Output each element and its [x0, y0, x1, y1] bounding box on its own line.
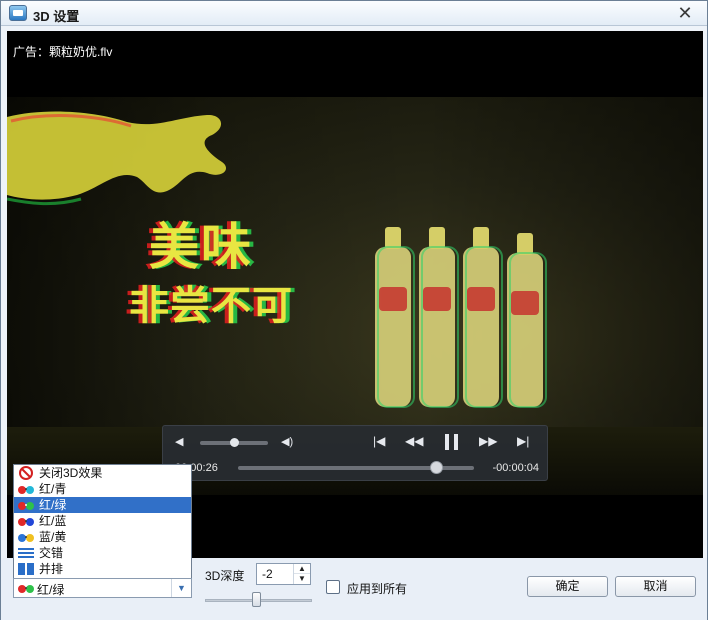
interlaced-icon	[18, 548, 34, 558]
red-cyan-glasses-icon	[18, 486, 34, 494]
mode-option-blue-yellow[interactable]: 蓝/黄	[14, 529, 191, 545]
fast-forward-icon[interactable]: ▶▶	[479, 435, 497, 447]
red-green-glasses-icon	[18, 585, 34, 593]
mode-option-red-blue[interactable]: 红/蓝	[14, 513, 191, 529]
apply-to-all-label[interactable]: 应用到所有	[347, 580, 407, 597]
3d-settings-dialog: 3D 设置 ✕ 广告：颗粒奶优.flv 美味 非尝不可 ◀ ◀) |◀ ◀◀ ▶…	[0, 0, 708, 620]
mode-option-side-by-side[interactable]: 并排	[14, 561, 191, 577]
previous-icon[interactable]: |◀	[373, 435, 385, 447]
volume-slider-thumb[interactable]	[230, 438, 239, 447]
pause-button[interactable]	[443, 426, 463, 456]
3d-mode-dropdown-list: 关闭3D效果 红/青 红/绿 红/蓝 蓝/黄 交错 并排	[13, 464, 192, 579]
depth-slider-thumb[interactable]	[252, 592, 261, 607]
next-icon[interactable]: ▶|	[517, 435, 529, 447]
spin-up-icon[interactable]: ▲	[294, 564, 310, 574]
apply-to-all-checkbox[interactable]	[326, 580, 340, 594]
close-button[interactable]: ✕	[675, 3, 695, 23]
no-entry-icon	[19, 466, 33, 480]
3d-mode-select[interactable]: 红/绿 ▼	[13, 578, 192, 598]
mode-option-red-cyan[interactable]: 红/青	[14, 481, 191, 497]
depth-spinbox[interactable]: -2 ▲ ▼	[256, 563, 311, 585]
window-title: 3D 设置	[33, 9, 80, 24]
pause-icon-bar	[454, 434, 458, 450]
time-remaining: -00:00:04	[492, 462, 539, 474]
pause-icon	[445, 434, 449, 450]
depth-spin-buttons: ▲ ▼	[293, 564, 310, 584]
volume-mute-icon[interactable]: ◀	[175, 436, 183, 448]
slogan-line-2: 非尝不可	[129, 283, 293, 329]
ok-button[interactable]: 确定	[527, 576, 608, 597]
mode-option-label: 并排	[39, 562, 64, 576]
rewind-icon[interactable]: ◀◀	[405, 435, 423, 447]
mode-option-label: 交错	[39, 546, 64, 560]
title-bar: 3D 设置 ✕	[1, 1, 707, 26]
depth-value[interactable]: -2	[262, 567, 273, 581]
app-logo-icon	[9, 5, 27, 21]
mode-option-label: 红/绿	[39, 498, 67, 512]
volume-up-icon[interactable]: ◀)	[281, 436, 293, 448]
cancel-button[interactable]: 取消	[615, 576, 696, 597]
mode-option-label: 关闭3D效果	[39, 466, 103, 480]
mode-option-label: 红/蓝	[39, 514, 67, 528]
mode-option-label: 红/青	[39, 482, 67, 496]
red-blue-glasses-icon	[18, 518, 34, 526]
mode-option-label: 蓝/黄	[39, 530, 67, 544]
mode-option-interlaced[interactable]: 交错	[14, 545, 191, 561]
playback-controls: ◀ ◀) |◀ ◀◀ ▶▶ ▶| 00:00:26 -00:00:04	[162, 425, 548, 481]
spin-down-icon[interactable]: ▼	[294, 574, 310, 584]
3d-mode-value: 红/绿	[37, 583, 65, 597]
red-green-glasses-icon	[18, 502, 34, 510]
slogan-line-1: 美味	[149, 218, 253, 276]
mode-option-off[interactable]: 关闭3D效果	[14, 465, 191, 481]
depth-label: 3D深度	[205, 569, 245, 583]
progress-slider-thumb[interactable]	[430, 461, 443, 474]
blue-yellow-glasses-icon	[18, 534, 34, 542]
mode-option-red-green[interactable]: 红/绿	[14, 497, 191, 513]
chevron-down-icon[interactable]: ▼	[171, 579, 191, 597]
ad-file-label: 广告：颗粒奶优.flv	[13, 45, 113, 59]
product-bottles-image	[375, 227, 547, 408]
side-by-side-icon	[18, 563, 34, 575]
